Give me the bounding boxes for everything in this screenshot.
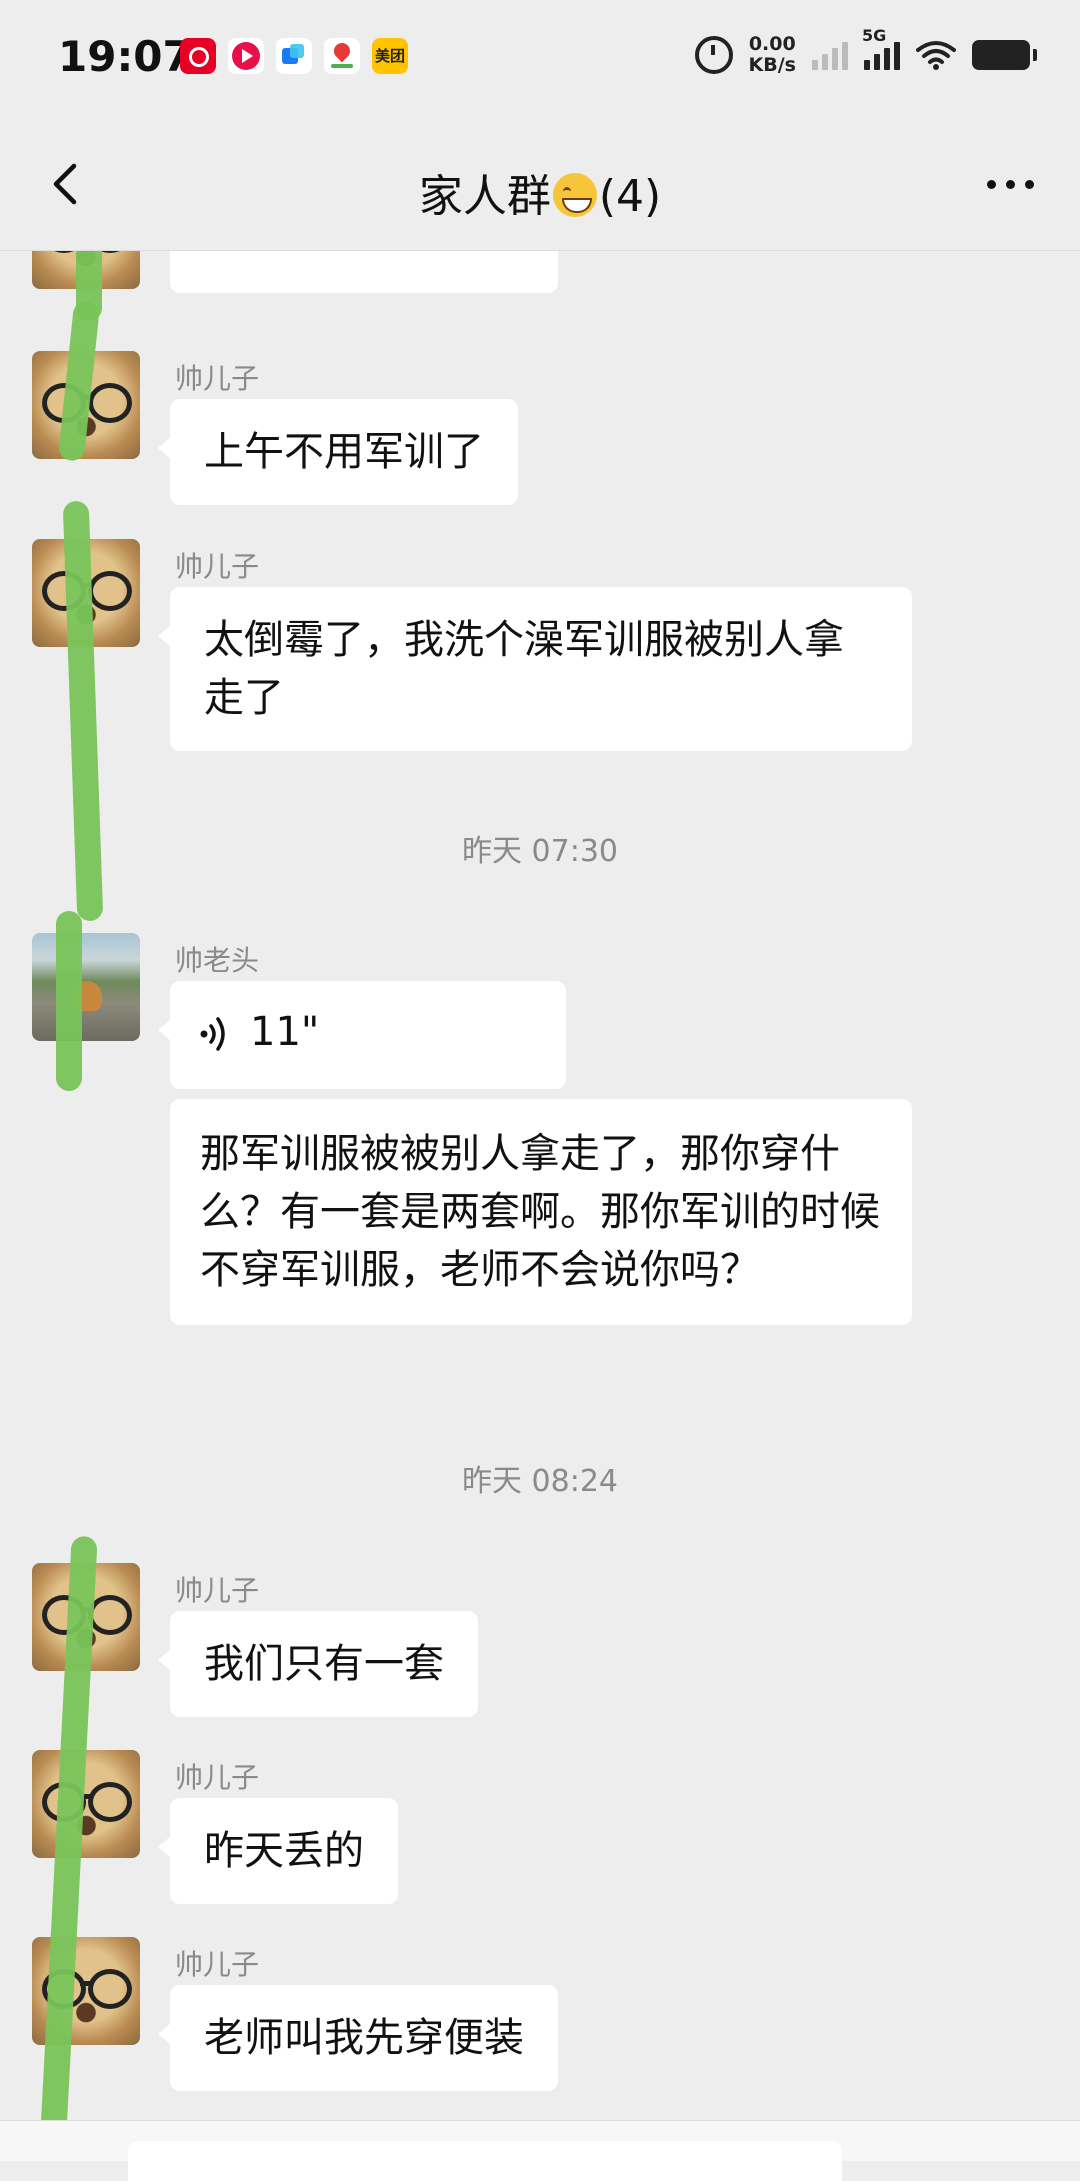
net-speed-value: 0.00 — [748, 33, 796, 55]
status-time: 19:07 — [58, 32, 192, 81]
status-right: 0.00 KB/s 5G — [694, 26, 1037, 76]
net-speed: 0.00 KB/s — [749, 34, 796, 76]
voice-icon — [200, 1017, 225, 1051]
message-bubble[interactable]: 昨天丢的 — [158, 1798, 398, 1904]
avatar[interactable] — [32, 933, 140, 1041]
voice-message-bubble[interactable]: 11" — [158, 981, 566, 1089]
voice-duration: 11" — [250, 1009, 320, 1055]
sender-name: 帅儿子 — [175, 1761, 260, 1794]
signal-icon-sim1 — [812, 40, 848, 70]
group-name: 家人群 — [418, 171, 551, 222]
message-bubble[interactable]: 我们只有一套 — [158, 1611, 478, 1717]
more-options-icon[interactable] — [987, 180, 1034, 189]
chat-title: 家人群 (4) — [0, 160, 1080, 224]
avatar[interactable] — [32, 1750, 140, 1858]
net-speed-unit: KB/s — [748, 54, 796, 76]
message-bubble[interactable]: 今天呼市下大雨了 — [170, 251, 558, 293]
timestamp: 昨天 08:24 — [462, 1464, 618, 1499]
message-bubble[interactable]: 那军训服被被别人拿走了，那你穿什么？有一套是两套啊。那你军训的时候不穿军训服，老… — [170, 1099, 912, 1325]
input-bar — [0, 2120, 1080, 2181]
privacy-smudge — [56, 911, 82, 1091]
netease-music-icon — [180, 38, 216, 74]
meituan-icon: 美团 — [372, 38, 408, 74]
sender-name: 帅儿子 — [175, 1948, 260, 1981]
message-bubble[interactable]: 老师叫我先穿便装 — [158, 1985, 558, 2091]
message-bubble[interactable]: 上午不用军训了 — [158, 399, 518, 505]
sender-name: 帅儿子 — [175, 362, 260, 395]
map-app-icon — [324, 38, 360, 74]
sender-name: 帅儿子 — [175, 1574, 260, 1607]
message-input[interactable] — [128, 2141, 842, 2181]
status-bar: 19:07 美团 0.00 KB/s 5G — [0, 0, 1080, 118]
sender-name: 帅儿子 — [175, 550, 260, 583]
member-count: (4) — [598, 171, 662, 222]
notification-icons: 美团 — [180, 38, 408, 74]
sender-name: 帅老头 — [175, 944, 260, 977]
message-list[interactable]: 今天呼市下大雨了 帅儿子 上午不用军训了 帅儿子 太倒霉了，我洗个澡军训服被别人… — [0, 251, 1080, 2121]
video-app-icon — [228, 38, 264, 74]
timestamp: 昨天 07:30 — [462, 834, 618, 869]
battery-icon — [972, 40, 1037, 70]
wifi-icon — [916, 40, 956, 70]
message-bubble[interactable]: 太倒霉了，我洗个澡军训服被别人拿走了 — [158, 587, 912, 751]
blue-app-icon — [276, 38, 312, 74]
grinning-emoji-icon — [552, 173, 597, 217]
chat-header: 家人群 (4) — [0, 118, 1080, 251]
network-type-label: 5G — [862, 26, 887, 45]
alarm-icon — [694, 36, 733, 74]
signal-5g-icon: 5G — [862, 26, 900, 70]
